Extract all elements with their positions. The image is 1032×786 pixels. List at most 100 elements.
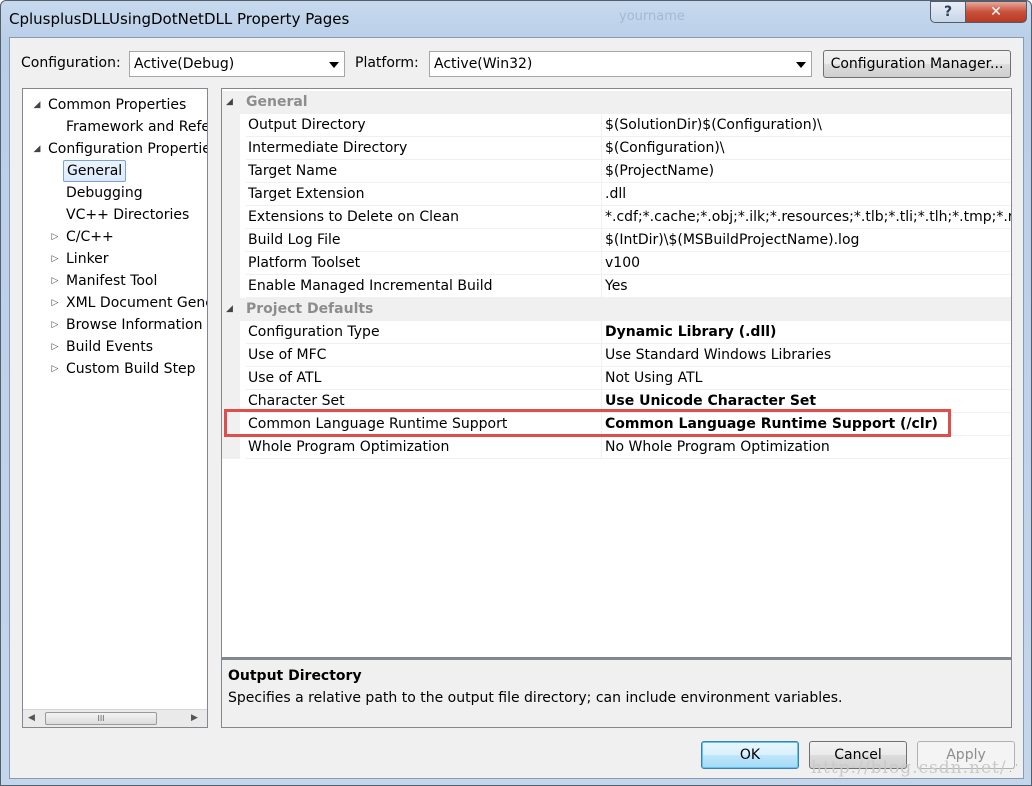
- grid-property-row[interactable]: Output Directory $(SolutionDir)$(Configur…: [222, 114, 1011, 137]
- property-value[interactable]: v100: [602, 252, 1011, 275]
- property-value[interactable]: $(Configuration)\: [602, 137, 1011, 160]
- tree-item-label: Custom Build Step: [66, 361, 196, 377]
- help-button[interactable]: ?: [930, 1, 966, 23]
- expand-arrow-icon[interactable]: ▷: [49, 336, 61, 358]
- description-title: Output Directory: [228, 668, 362, 684]
- expand-arrow-icon[interactable]: ▷: [49, 248, 61, 270]
- scroll-right-icon[interactable]: ▶: [191, 713, 198, 723]
- grid-gutter: [222, 229, 240, 252]
- platform-label: Platform:: [355, 55, 419, 71]
- expand-arrow-icon[interactable]: ▷: [49, 358, 61, 380]
- grid-gutter: [222, 344, 240, 367]
- grid-property-row[interactable]: Configuration Type Dynamic Library (.dll): [222, 321, 1011, 344]
- tree-item[interactable]: ▷ XML Document Generator: [23, 292, 207, 314]
- tree-item[interactable]: General: [23, 160, 207, 182]
- property-value[interactable]: $(ProjectName): [602, 160, 1011, 183]
- configuration-dropdown[interactable]: Active(Debug): [129, 51, 345, 77]
- expand-arrow-icon[interactable]: ▷: [49, 314, 61, 336]
- tree-item-label: Configuration Properties: [48, 141, 208, 157]
- window-title: CplusplusDLLUsingDotNetDLL Property Page…: [9, 10, 350, 28]
- property-value[interactable]: Use Standard Windows Libraries: [602, 344, 1011, 367]
- grid-category-name: General: [246, 94, 308, 110]
- grid-property-row[interactable]: Use of MFC Use Standard Windows Libraries: [222, 344, 1011, 367]
- property-value[interactable]: $(SolutionDir)$(Configuration)\: [602, 114, 1011, 137]
- title-ghost-text: yourname: [619, 9, 685, 24]
- property-value[interactable]: Common Language Runtime Support (/clr): [602, 413, 1011, 436]
- dialog-client-area: Configuration: Active(Debug) Platform: A…: [9, 37, 1024, 779]
- platform-value: Active(Win32): [434, 56, 533, 72]
- expand-arrow-icon[interactable]: ▷: [49, 226, 61, 248]
- grid-property-row[interactable]: Use of ATL Not Using ATL: [222, 367, 1011, 390]
- grid-category-row[interactable]: ◢ General: [222, 91, 1011, 114]
- grid-gutter: [222, 275, 240, 298]
- tree-item-label: Debugging: [66, 185, 143, 201]
- collapse-arrow-icon[interactable]: ◢: [226, 91, 233, 114]
- property-value[interactable]: .dll: [602, 183, 1011, 206]
- ok-button[interactable]: OK: [701, 741, 799, 769]
- tree-item[interactable]: ◢ Common Properties: [23, 94, 207, 116]
- grid-property-row[interactable]: Intermediate Directory $(Configuration)\: [222, 137, 1011, 160]
- grid-property-row[interactable]: Enable Managed Incremental Build Yes: [222, 275, 1011, 298]
- grid-property-row[interactable]: Extensions to Delete on Clean *.cdf;*.cac…: [222, 206, 1011, 229]
- tree-item[interactable]: ◢ Configuration Properties: [23, 138, 207, 160]
- property-value[interactable]: Dynamic Library (.dll): [602, 321, 1011, 344]
- expand-arrow-icon[interactable]: ▷: [49, 292, 61, 314]
- grid-gutter: [222, 137, 240, 160]
- tree-item[interactable]: ▷ Manifest Tool: [23, 270, 207, 292]
- collapse-arrow-icon[interactable]: ◢: [31, 94, 43, 116]
- grid-property-row[interactable]: Platform Toolset v100: [222, 252, 1011, 275]
- property-name: Character Set: [246, 390, 602, 413]
- property-name: Target Extension: [246, 183, 602, 206]
- tree-item[interactable]: ▷ Linker: [23, 248, 207, 270]
- scroll-thumb[interactable]: III: [45, 712, 157, 725]
- chevron-down-icon: [329, 62, 339, 68]
- property-value[interactable]: Yes: [602, 275, 1011, 298]
- property-name: Use of ATL: [246, 367, 602, 390]
- grid-gutter: [222, 321, 240, 344]
- grid-property-row[interactable]: Character Set Use Unicode Character Set: [222, 390, 1011, 413]
- title-bar[interactable]: CplusplusDLLUsingDotNetDLL Property Page…: [1, 1, 1031, 37]
- property-value[interactable]: Not Using ATL: [602, 367, 1011, 390]
- chevron-down-icon: [796, 62, 806, 68]
- grid-property-row[interactable]: Whole Program Optimization No Whole Progr…: [222, 436, 1011, 459]
- grid-property-row[interactable]: Target Name $(ProjectName): [222, 160, 1011, 183]
- configuration-manager-button[interactable]: Configuration Manager...: [823, 50, 1011, 78]
- tree-item[interactable]: ▷ C/C++: [23, 226, 207, 248]
- tree-item-label: Linker: [66, 251, 109, 267]
- close-icon: ✕: [990, 4, 1002, 20]
- tree-item[interactable]: ▷ Browse Information: [23, 314, 207, 336]
- collapse-arrow-icon[interactable]: ◢: [31, 138, 43, 160]
- tree-item-label: Build Events: [66, 339, 153, 355]
- resize-grip-icon[interactable]: ⋰: [1009, 764, 1021, 776]
- grid-gutter: [222, 367, 240, 390]
- collapse-arrow-icon[interactable]: ◢: [226, 298, 233, 321]
- tree-item[interactable]: ▷ Build Events: [23, 336, 207, 358]
- apply-button[interactable]: Apply: [917, 741, 1015, 769]
- tree-item[interactable]: VC++ Directories: [23, 204, 207, 226]
- close-button[interactable]: ✕: [965, 1, 1027, 23]
- tree-item[interactable]: Debugging: [23, 182, 207, 204]
- platform-dropdown[interactable]: Active(Win32): [429, 51, 812, 77]
- grid-gutter: [222, 206, 240, 229]
- grid-property-row[interactable]: Common Language Runtime Support Common La…: [222, 413, 1011, 436]
- tree-item[interactable]: Framework and References: [23, 116, 207, 138]
- property-grid[interactable]: ◢ General Output Directory $(SolutionDir)$(…: [221, 88, 1012, 658]
- property-value[interactable]: Use Unicode Character Set: [602, 390, 1011, 413]
- expand-arrow-icon[interactable]: ▷: [49, 270, 61, 292]
- grid-gutter: [222, 436, 240, 459]
- description-text: Specifies a relative path to the output …: [228, 690, 843, 706]
- grid-property-row[interactable]: Build Log File $(IntDir)\$(MSBuildProject…: [222, 229, 1011, 252]
- grid-property-row[interactable]: Target Extension .dll: [222, 183, 1011, 206]
- property-tree[interactable]: ▷ Custom Build Step ▷ Build Events ▷ Browse I…: [22, 88, 208, 728]
- scroll-left-icon[interactable]: ◀: [28, 713, 35, 723]
- cancel-button[interactable]: Cancel: [809, 741, 907, 769]
- grid-category-row[interactable]: ◢ Project Defaults: [222, 298, 1011, 321]
- property-value[interactable]: No Whole Program Optimization: [602, 436, 1011, 459]
- property-value[interactable]: *.cdf;*.cache;*.obj;*.ilk;*.resources;*.…: [602, 206, 1011, 229]
- grid-gutter: [222, 114, 240, 137]
- property-value[interactable]: $(IntDir)\$(MSBuildProjectName).log: [602, 229, 1011, 252]
- tree-item-label: XML Document Generator: [66, 295, 207, 311]
- tree-item[interactable]: ▷ Custom Build Step: [23, 358, 207, 380]
- tree-horizontal-scrollbar[interactable]: ◀ III ▶: [23, 709, 207, 727]
- property-name: Enable Managed Incremental Build: [246, 275, 602, 298]
